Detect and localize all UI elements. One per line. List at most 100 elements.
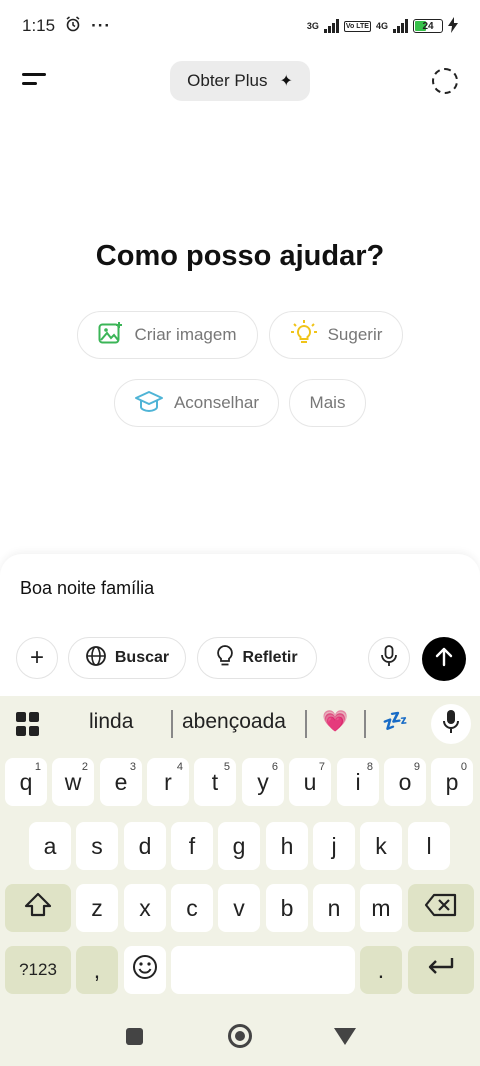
suggestion-bar: linda abençoada 💗 💤 <box>0 696 480 752</box>
key-x[interactable]: x <box>124 884 166 932</box>
charging-icon <box>448 17 458 35</box>
emoji-key[interactable] <box>124 946 166 994</box>
recents-icon[interactable] <box>126 1028 143 1045</box>
key-hint: 3 <box>129 761 136 773</box>
battery-icon: 24 <box>413 19 443 33</box>
divider <box>305 710 307 738</box>
key-w[interactable]: w2 <box>52 758 94 806</box>
key-a[interactable]: a <box>29 822 71 870</box>
key-f[interactable]: f <box>171 822 213 870</box>
battery-level: 24 <box>422 20 434 32</box>
symbols-key[interactable]: ?123 <box>5 946 71 994</box>
key-z[interactable]: z <box>76 884 118 932</box>
divider <box>364 710 366 738</box>
key-v[interactable]: v <box>218 884 260 932</box>
suggestion-item[interactable]: linda <box>89 710 133 734</box>
key-hint: 0 <box>460 761 467 773</box>
comma-key[interactable]: , <box>76 946 118 994</box>
status-bar: 1:15 ··· 3G Vo LTE 4G 24 <box>0 0 480 52</box>
key-hint: 7 <box>318 761 325 773</box>
key-l[interactable]: l <box>408 822 450 870</box>
microphone-icon <box>380 644 398 673</box>
temporary-chat-icon[interactable] <box>432 68 458 94</box>
key-hint: 6 <box>271 761 278 773</box>
key-label: y <box>257 768 269 795</box>
upgrade-plus-button[interactable]: Obter Plus ✦ <box>170 61 310 101</box>
chip-label: Sugerir <box>327 325 383 344</box>
network-3g-label: 3G <box>306 21 319 31</box>
signal-icon <box>323 19 339 33</box>
upgrade-plus-label: Obter Plus <box>187 71 268 90</box>
key-p[interactable]: p0 <box>431 758 473 806</box>
key-label: i <box>355 768 361 795</box>
key-c[interactable]: c <box>171 884 213 932</box>
key-y[interactable]: y6 <box>242 758 284 806</box>
key-hint: 9 <box>413 761 420 773</box>
key-m[interactable]: m <box>360 884 402 932</box>
chip-more[interactable]: Mais <box>289 379 366 427</box>
dictate-button[interactable] <box>368 637 410 679</box>
voice-typing-button[interactable] <box>431 704 471 744</box>
key-label: u <box>303 768 317 795</box>
key-hint: 2 <box>81 761 88 773</box>
alarm-icon <box>65 15 81 37</box>
think-label: Refletir <box>242 649 298 666</box>
key-label: o <box>398 768 412 795</box>
key-hint: 4 <box>176 761 183 773</box>
search-button[interactable]: Buscar <box>68 637 186 679</box>
enter-key[interactable] <box>408 946 474 994</box>
key-s[interactable]: s <box>76 822 118 870</box>
attach-button[interactable]: + <box>16 637 58 679</box>
shift-key[interactable] <box>5 884 71 932</box>
chip-advise[interactable]: Aconselhar <box>114 379 279 427</box>
key-h[interactable]: h <box>266 822 308 870</box>
back-icon[interactable] <box>334 1028 356 1045</box>
home-icon[interactable] <box>228 1024 252 1048</box>
key-n[interactable]: n <box>313 884 355 932</box>
key-t[interactable]: t5 <box>194 758 236 806</box>
key-label: e <box>114 768 128 795</box>
app-header: Obter Plus ✦ <box>0 58 480 104</box>
suggestion-item[interactable]: abençoada <box>182 710 286 734</box>
chip-label: Criar imagem <box>134 325 237 344</box>
key-label: p <box>445 768 459 795</box>
lightbulb-icon <box>290 319 318 352</box>
key-r[interactable]: r4 <box>147 758 189 806</box>
lightbulb-outline-icon <box>216 644 234 673</box>
menu-icon[interactable] <box>22 72 46 90</box>
key-e[interactable]: e3 <box>100 758 142 806</box>
network-4g-label: 4G <box>375 21 388 31</box>
key-d[interactable]: d <box>124 822 166 870</box>
chip-label: Mais <box>309 393 346 412</box>
key-g[interactable]: g <box>218 822 260 870</box>
key-o[interactable]: o9 <box>384 758 426 806</box>
key-i[interactable]: i8 <box>337 758 379 806</box>
keyboard-menu-icon[interactable] <box>16 712 40 736</box>
sleep-emoji-suggestion[interactable]: 💤 <box>382 710 408 734</box>
key-j[interactable]: j <box>313 822 355 870</box>
search-label: Buscar <box>114 649 170 666</box>
key-q[interactable]: q1 <box>5 758 47 806</box>
space-key[interactable] <box>171 946 355 994</box>
think-button[interactable]: Refletir <box>197 637 317 679</box>
chip-suggest[interactable]: Sugerir <box>269 311 403 359</box>
heart-emoji-suggestion[interactable]: 💗 <box>322 710 348 734</box>
send-button[interactable] <box>422 637 466 681</box>
message-input[interactable]: Boa noite família <box>20 578 154 599</box>
period-key[interactable]: . <box>360 946 402 994</box>
key-k[interactable]: k <box>360 822 402 870</box>
sparkle-icon: ✦ <box>279 73 293 90</box>
status-time: 1:15 <box>22 16 56 35</box>
key-u[interactable]: u7 <box>289 758 331 806</box>
smiley-icon <box>132 954 158 986</box>
chip-label: Aconselhar <box>173 393 260 412</box>
graduation-cap-icon <box>134 389 164 418</box>
key-hint: 1 <box>34 761 41 773</box>
microphone-icon <box>442 709 460 740</box>
chip-create-image[interactable]: Criar imagem <box>77 311 258 359</box>
signal-icon-2 <box>393 19 408 33</box>
key-b[interactable]: b <box>266 884 308 932</box>
globe-icon <box>85 645 107 672</box>
backspace-key[interactable] <box>408 884 474 932</box>
arrow-up-icon <box>433 646 455 673</box>
